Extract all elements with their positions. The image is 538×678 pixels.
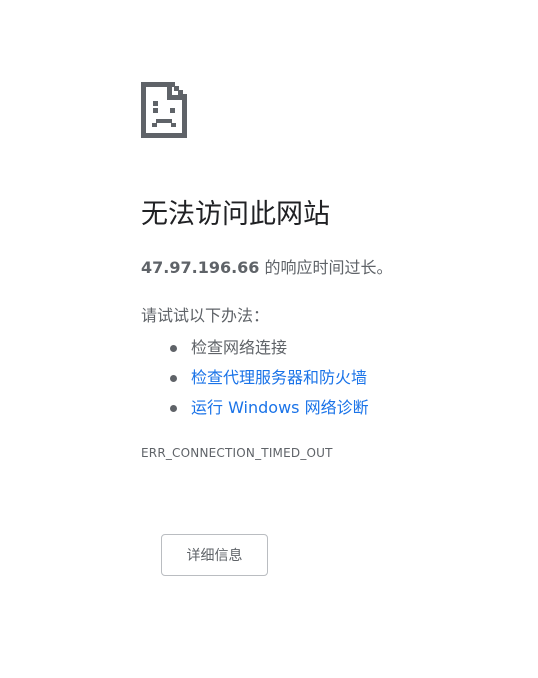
suggestions-list: 检查网络连接 检查代理服务器和防火墙 运行 Windows 网络诊断 xyxy=(141,333,369,423)
suggestion-run-diagnostics[interactable]: 运行 Windows 网络诊断 xyxy=(170,393,369,423)
run-network-diagnostics-link[interactable]: 运行 Windows 网络诊断 xyxy=(191,398,369,417)
suggestion-check-proxy-firewall[interactable]: 检查代理服务器和防火墙 xyxy=(170,363,369,393)
sad-page-icon xyxy=(141,82,187,138)
bullet-icon xyxy=(170,375,177,382)
details-button[interactable]: 详细信息 xyxy=(161,534,268,576)
error-code: ERR_CONNECTION_TIMED_OUT xyxy=(141,446,333,460)
suggestion-label: 检查网络连接 xyxy=(191,338,288,357)
suggestion-check-network: 检查网络连接 xyxy=(170,333,369,363)
try-suggestions-label: 请试试以下办法： xyxy=(141,306,270,325)
error-message-suffix: 的响应时间过长。 xyxy=(259,258,393,277)
error-message: 47.97.196.66 的响应时间过长。 xyxy=(141,256,393,280)
bullet-icon xyxy=(170,345,177,352)
error-page: 无法访问此网站 47.97.196.66 的响应时间过长。 请试试以下办法： 检… xyxy=(141,82,521,460)
bullet-icon xyxy=(170,405,177,412)
page-title: 无法访问此网站 xyxy=(141,199,330,230)
host-address: 47.97.196.66 xyxy=(141,258,260,277)
check-proxy-firewall-link[interactable]: 检查代理服务器和防火墙 xyxy=(191,368,367,387)
